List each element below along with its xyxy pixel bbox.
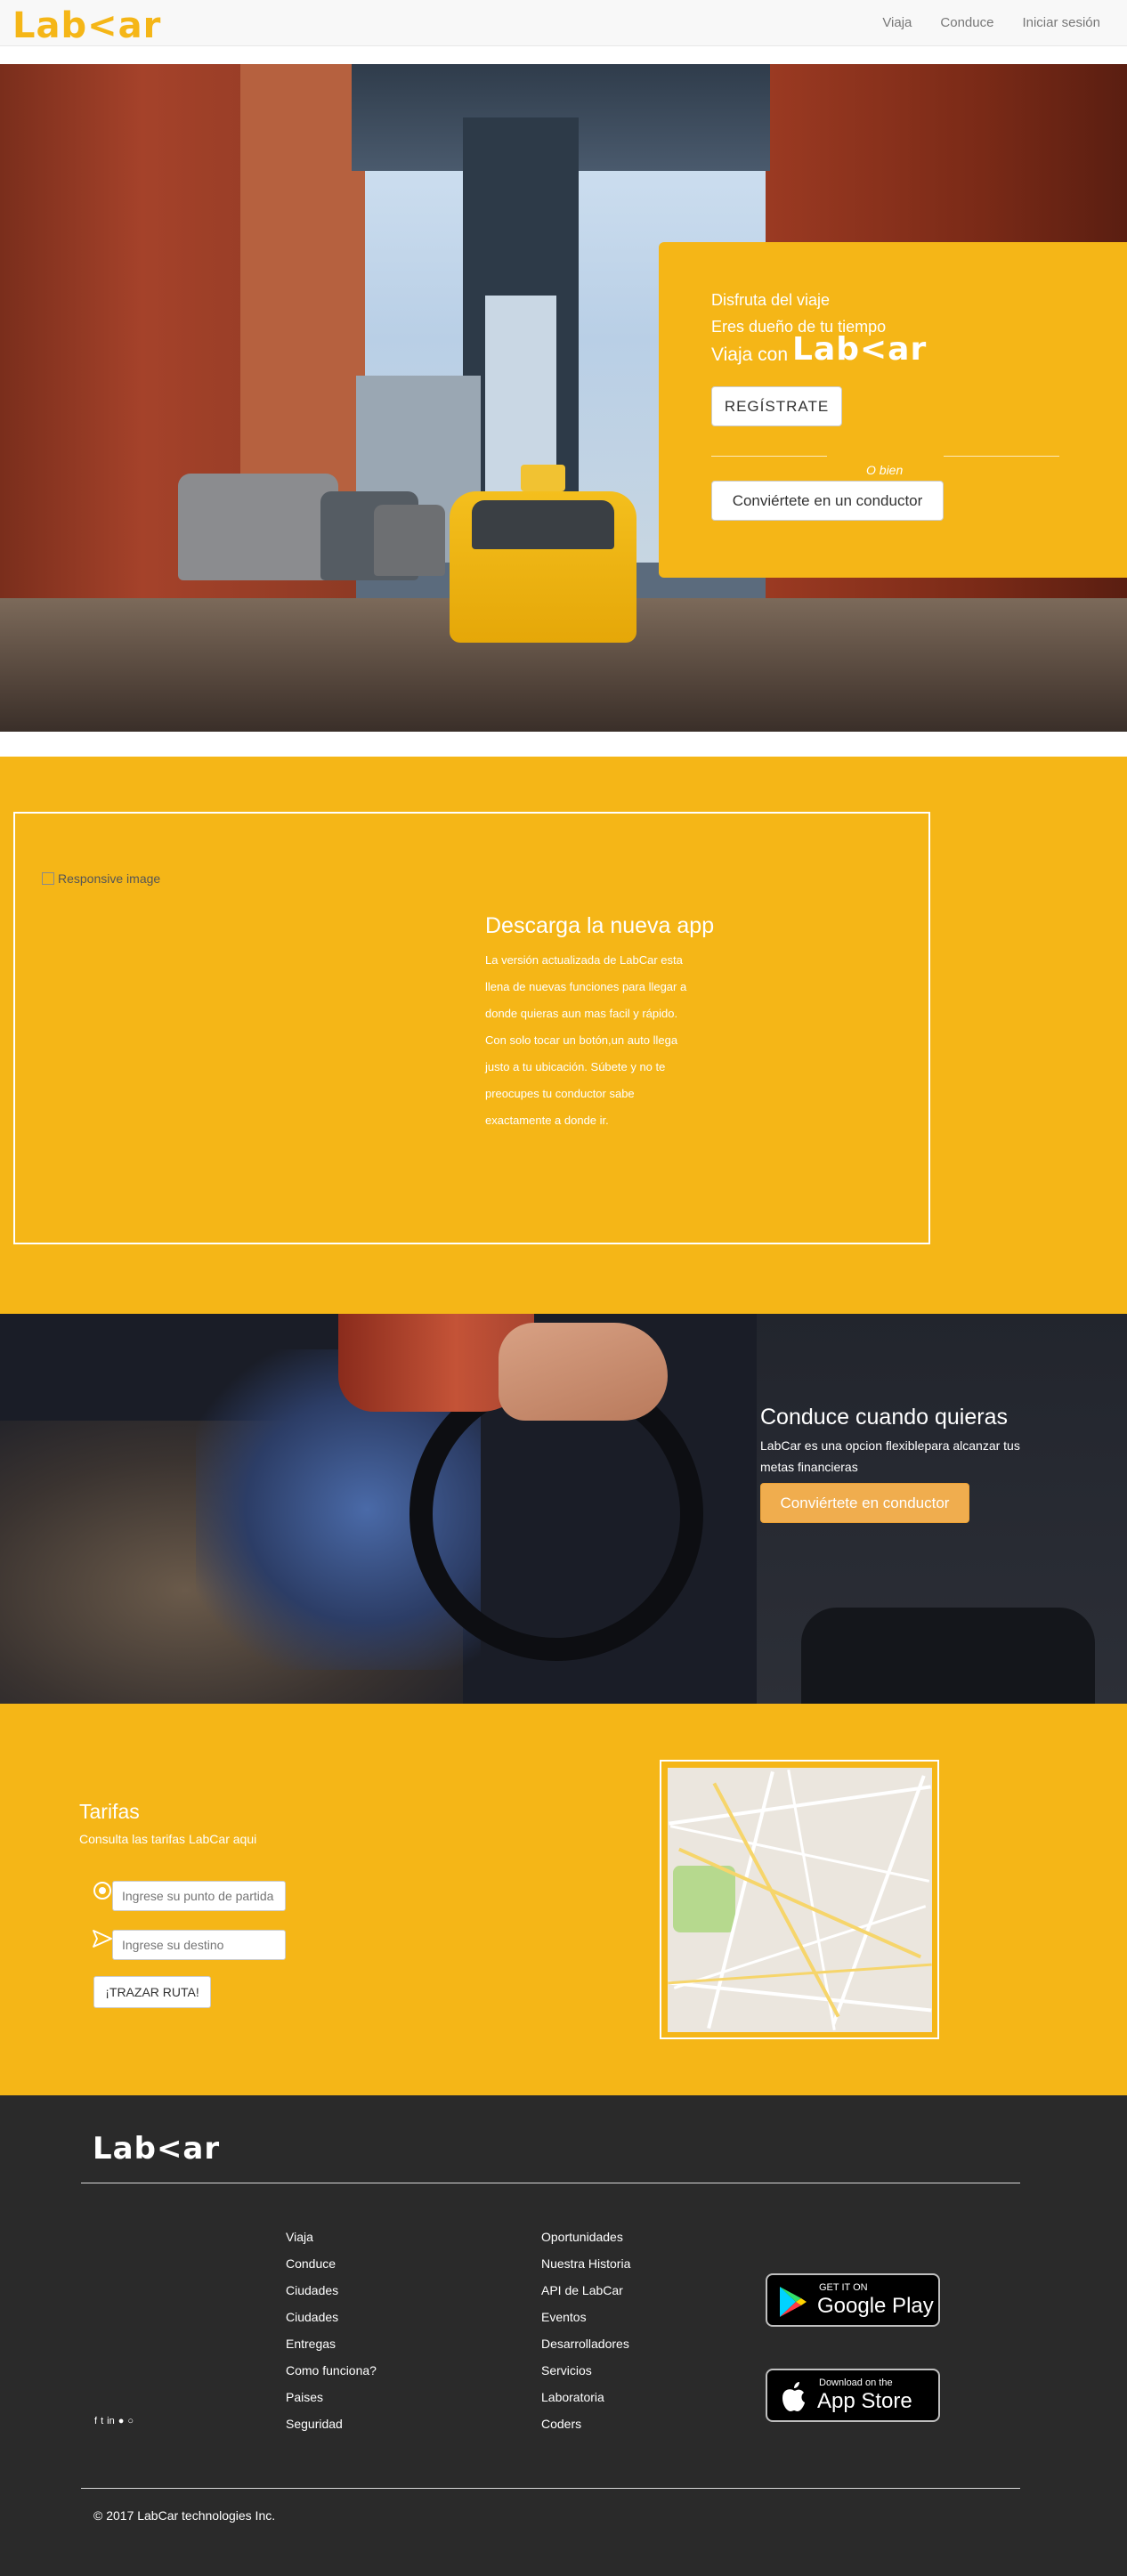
fares-title: Tarifas xyxy=(79,1800,140,1823)
footer-column-b: Oportunidades Nuestra Historia API de La… xyxy=(541,2224,630,2437)
become-driver-button[interactable]: Conviértete en un conductor xyxy=(711,481,944,521)
fares-subtitle: Consulta las tarifas LabCar aqui xyxy=(79,1832,257,1846)
destination-input[interactable] xyxy=(112,1930,286,1960)
drive-hand xyxy=(499,1323,668,1421)
facebook-icon[interactable]: f xyxy=(94,2416,97,2426)
hero-line-3: Viaja con xyxy=(711,344,789,365)
footer-link-ciudades[interactable]: Ciudades xyxy=(286,2277,377,2304)
app-store-small: Download on the xyxy=(819,2378,893,2388)
footer-link-eventos[interactable]: Eventos xyxy=(541,2304,630,2330)
hero-taxi-window xyxy=(472,500,614,549)
footer-link-entregas[interactable]: Entregas xyxy=(286,2330,377,2357)
opera-icon[interactable]: ○ xyxy=(127,2416,134,2426)
footer-link-coders[interactable]: Coders xyxy=(541,2410,630,2437)
app-section: Responsive image Descarga la nueva app L… xyxy=(0,757,1127,1314)
social-icons: f t in ● ○ xyxy=(94,2416,134,2426)
app-store-button[interactable]: Download on the App Store xyxy=(766,2369,940,2422)
hero-taxi-sign xyxy=(521,465,565,491)
footer-link-laboratoria[interactable]: Laboratoria xyxy=(541,2384,630,2410)
footer-link-historia[interactable]: Nuestra Historia xyxy=(541,2250,630,2277)
map-park xyxy=(673,1866,735,1932)
hero-line-1: Disfruta del viaje xyxy=(711,291,831,309)
google-play-button[interactable]: GET IT ON Google Play xyxy=(766,2273,940,2327)
footer: Lab<ar Viaja Conduce Ciudades Ciudades E… xyxy=(0,2095,1127,2576)
hero-car xyxy=(178,474,338,580)
image-alt-text: Responsive image xyxy=(58,871,161,886)
footer-column-a: Viaja Conduce Ciudades Ciudades Entregas… xyxy=(286,2224,377,2437)
start-point-input[interactable] xyxy=(112,1881,286,1911)
app-title: Descarga la nueva app xyxy=(485,913,715,938)
apple-icon[interactable]: ● xyxy=(118,2416,125,2426)
footer-link-como-funciona[interactable]: Como funciona? xyxy=(286,2357,377,2384)
navbar: Lab<ar Viaja Conduce Iniciar sesión xyxy=(0,0,1127,46)
nav-link-viaja[interactable]: Viaja xyxy=(882,15,912,30)
app-store-big: App Store xyxy=(817,2389,912,2413)
app-paragraph-2: Con solo tocar un botón,un auto llega ju… xyxy=(485,1033,678,1127)
responsive-image: Responsive image xyxy=(42,871,160,886)
register-button[interactable]: REGÍSTRATE xyxy=(711,386,842,426)
footer-logo: Lab<ar xyxy=(93,2131,221,2167)
drive-paragraph: LabCar es una opcion flexiblepara alcanz… xyxy=(760,1438,1020,1474)
footer-link-servicios[interactable]: Servicios xyxy=(541,2357,630,2384)
footer-divider-bottom xyxy=(81,2488,1020,2489)
footer-link-paises[interactable]: Paises xyxy=(286,2384,377,2410)
drive-dashboard-panel xyxy=(801,1608,1095,1704)
footer-link-ciudades-2[interactable]: Ciudades xyxy=(286,2304,377,2330)
map-road xyxy=(668,1981,932,2013)
brand-logo[interactable]: Lab<ar xyxy=(12,5,161,46)
apple-logo-icon xyxy=(782,2382,805,2411)
location-pin-icon xyxy=(93,1882,111,1900)
app-paragraph: La versión actualizada de LabCar esta ll… xyxy=(485,947,703,1134)
linkedin-icon[interactable]: in xyxy=(107,2416,115,2426)
hero-section: Disfruta del viaje Eres dueño de tu tiem… xyxy=(0,64,1127,732)
send-arrow-icon xyxy=(93,1930,112,1948)
map-road xyxy=(669,1785,931,1826)
app-paragraph-1: La versión actualizada de LabCar esta ll… xyxy=(485,953,687,1020)
footer-link-desarrolladores[interactable]: Desarrolladores xyxy=(541,2330,630,2357)
map-highway xyxy=(668,1963,932,1985)
footer-link-oportunidades[interactable]: Oportunidades xyxy=(541,2224,630,2250)
app-box: Responsive image Descarga la nueva app L… xyxy=(13,812,930,1244)
hero-car xyxy=(374,505,445,576)
divider-left xyxy=(711,456,827,457)
footer-link-viaja[interactable]: Viaja xyxy=(286,2224,377,2250)
nav-link-conduce[interactable]: Conduce xyxy=(940,15,993,30)
footer-link-api[interactable]: API de LabCar xyxy=(541,2277,630,2304)
map[interactable] xyxy=(668,1768,932,2032)
divider-right xyxy=(944,456,1059,457)
draw-route-button[interactable]: ¡TRAZAR RUTA! xyxy=(93,1976,211,2008)
google-play-small: GET IT ON xyxy=(819,2282,868,2293)
hero-card: Disfruta del viaje Eres dueño de tu tiem… xyxy=(659,242,1127,578)
map-road xyxy=(831,1775,926,2025)
drive-title: Conduce cuando quieras xyxy=(760,1405,1008,1430)
footer-link-conduce[interactable]: Conduce xyxy=(286,2250,377,2277)
broken-image-icon xyxy=(42,872,54,885)
google-play-big: Google Play xyxy=(817,2294,934,2318)
copyright: © 2017 LabCar technologies Inc. xyxy=(93,2508,276,2523)
twitter-icon[interactable]: t xyxy=(101,2416,103,2426)
fares-section: Tarifas Consulta las tarifas LabCar aqui… xyxy=(0,1704,1127,2095)
hero-logo: Lab<ar xyxy=(792,331,928,368)
or-text: O bien xyxy=(866,463,904,477)
drive-section: Conduce cuando quieras LabCar es una opc… xyxy=(0,1314,1127,1704)
footer-link-seguridad[interactable]: Seguridad xyxy=(286,2410,377,2437)
google-play-icon xyxy=(780,2287,807,2317)
become-driver-orange-button[interactable]: Conviértete en conductor xyxy=(760,1483,969,1523)
nav-links: Viaja Conduce Iniciar sesión xyxy=(882,15,1100,30)
map-frame xyxy=(660,1760,939,2039)
nav-link-login[interactable]: Iniciar sesión xyxy=(1022,15,1100,30)
